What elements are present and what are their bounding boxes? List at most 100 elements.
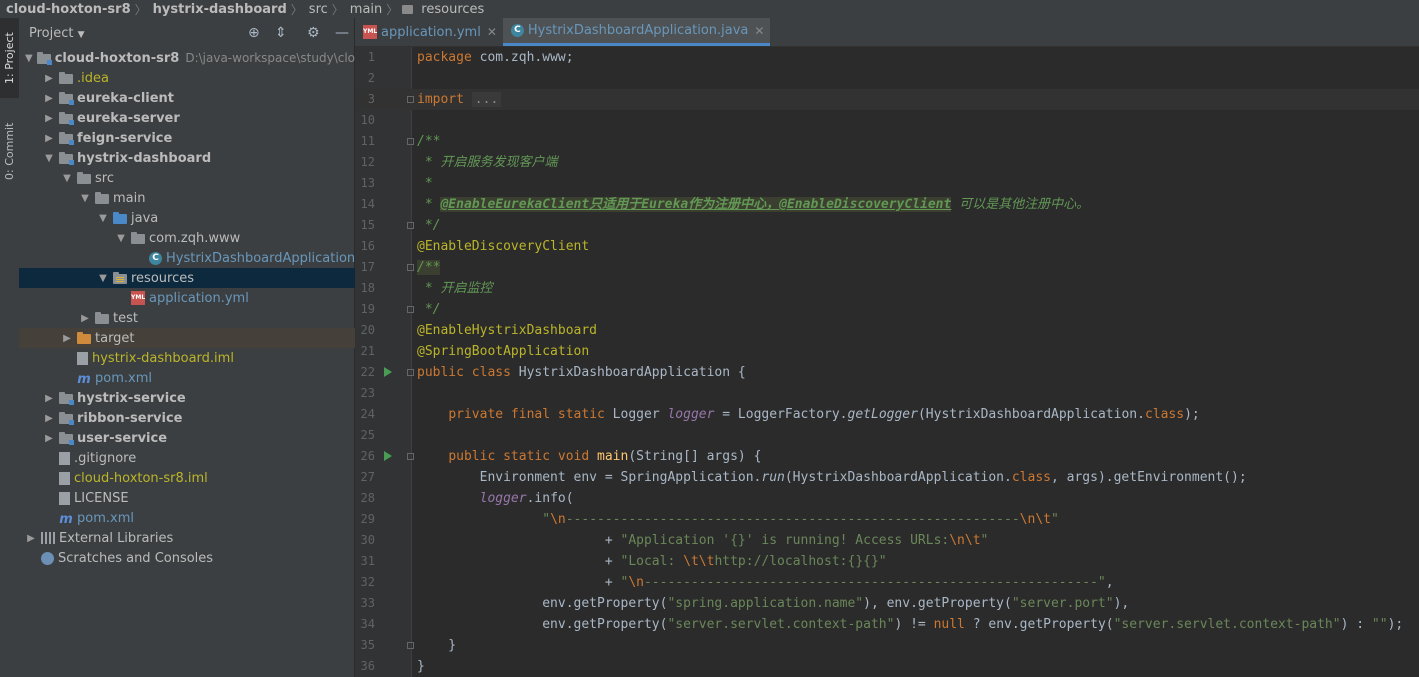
tree-item[interactable]: ▶ ribbon-service	[19, 408, 378, 428]
code-text: */	[417, 302, 441, 317]
tree-item[interactable]: ▶ hystrix-service	[19, 388, 378, 408]
file-icon	[59, 491, 70, 505]
code-line: 13 *	[355, 173, 1419, 194]
tree-item[interactable]: m pom.xml	[19, 368, 396, 388]
tree-item[interactable]: cloud-hoxton-sr8.iml	[19, 468, 378, 488]
tree-item[interactable]: m pom.xml	[19, 508, 378, 528]
run-icon[interactable]	[384, 451, 392, 461]
tree-item[interactable]: ▶ eureka-server	[19, 108, 378, 128]
line-number: 13	[360, 176, 375, 190]
code-line: 34 env.getProperty("server.servlet.conte…	[355, 614, 1419, 635]
fold-marker-icon[interactable]	[407, 306, 414, 313]
expand-arrow-icon[interactable]: ▼	[97, 213, 109, 224]
tree-item-label: resources	[131, 270, 195, 286]
tree-item-label: ribbon-service	[77, 410, 183, 426]
tree-item-label: java	[131, 210, 159, 226]
breadcrumb-item[interactable]: src	[303, 2, 332, 17]
tree-item-label: hystrix-dashboard	[77, 150, 212, 166]
breadcrumb-item[interactable]: cloud-hoxton-sr8	[0, 2, 135, 17]
locate-icon[interactable]: ⊕	[248, 25, 260, 41]
close-icon[interactable]: ✕	[487, 25, 497, 39]
tree-item-label: .gitignore	[74, 450, 137, 466]
close-icon[interactable]: ✕	[754, 24, 764, 38]
module-folder-icon	[59, 131, 74, 145]
collapse-arrow-icon[interactable]: ▶	[61, 333, 73, 344]
code-line: 2	[355, 68, 1419, 89]
tree-item[interactable]: ▼ src	[19, 168, 396, 188]
gear-icon[interactable]: ⚙	[307, 25, 320, 41]
collapse-arrow-icon[interactable]: ▶	[43, 413, 55, 424]
code-line: 16 @EnableDiscoveryClient	[355, 236, 1419, 257]
code-line: 25	[355, 425, 1419, 446]
code-text: * @EnableEurekaClient只适用于Eureka作为注册中心，@E…	[417, 197, 1090, 212]
run-icon[interactable]	[384, 367, 392, 377]
tree-item[interactable]: hystrix-dashboard.iml	[19, 348, 396, 368]
collapse-arrow-icon[interactable]: ▶	[43, 73, 55, 84]
tree-item-label: HystrixDashboardApplication	[166, 250, 356, 266]
code-editor[interactable]: 1 package com.zqh.www; 2 3 import ... 10 11/**…	[355, 47, 1419, 677]
collapse-arrow-icon[interactable]: ▶	[43, 113, 55, 124]
collapse-arrow-icon[interactable]: ▶	[25, 533, 37, 544]
collapse-arrow-icon[interactable]: ▶	[43, 133, 55, 144]
hide-panel-icon[interactable]: —	[335, 25, 349, 41]
project-view-selector[interactable]: Project ▼	[19, 26, 85, 41]
tree-item[interactable]: Scratches and Consoles	[19, 548, 360, 568]
expand-arrow-icon[interactable]: ▼	[97, 273, 109, 284]
tree-item[interactable]: LICENSE	[19, 488, 378, 508]
collapse-arrow-icon[interactable]: ▶	[43, 393, 55, 404]
module-folder-icon	[59, 411, 74, 425]
folder-icon	[95, 311, 109, 324]
tree-item[interactable]: .gitignore	[19, 448, 378, 468]
tree-item[interactable]: ▶ External Libraries	[19, 528, 360, 548]
tree-item[interactable]: ▶ .idea	[19, 68, 378, 88]
fold-marker-icon[interactable]	[407, 96, 414, 103]
breadcrumb-item[interactable]: resources	[415, 2, 488, 17]
tree-item-label: target	[95, 330, 135, 346]
tree-item-label: test	[113, 310, 138, 326]
code-line: 28 logger.info(	[355, 488, 1419, 509]
expand-arrow-icon[interactable]: ▼	[115, 233, 127, 244]
yml-file-icon: YML	[363, 25, 377, 39]
editor-tab[interactable]: C HystrixDashboardApplication.java ✕	[502, 18, 771, 46]
breadcrumb-item[interactable]: main	[344, 2, 386, 17]
tree-item-label: main	[113, 190, 146, 206]
code-line: 21 @SpringBootApplication	[355, 341, 1419, 362]
expand-arrow-icon[interactable]: ▼	[43, 153, 55, 164]
tree-item[interactable]: ▶ eureka-client	[19, 88, 378, 108]
fold-marker-icon[interactable]	[407, 222, 414, 229]
fold-marker-icon[interactable]	[407, 138, 414, 145]
collapse-arrow-icon[interactable]: ▶	[43, 93, 55, 104]
project-tool-tab[interactable]: 1: Project	[0, 18, 19, 98]
tree-item[interactable]: ▼ hystrix-dashboard	[19, 148, 378, 168]
code-line: 19 */	[355, 299, 1419, 320]
breadcrumb-item[interactable]: hystrix-dashboard	[147, 2, 291, 17]
maven-icon: m	[77, 372, 91, 387]
commit-tool-tab[interactable]: 0: Commit	[0, 114, 19, 188]
collapse-arrow-icon[interactable]: ▶	[79, 313, 91, 324]
expand-arrow-icon[interactable]: ▼	[25, 53, 33, 64]
tree-item-label: External Libraries	[59, 530, 174, 546]
fold-marker-icon[interactable]	[407, 369, 414, 376]
expand-arrow-icon[interactable]: ▼	[79, 193, 91, 204]
tree-item[interactable]: ▶ user-service	[19, 428, 378, 448]
line-number: 10	[360, 113, 375, 127]
tree-item-label: Scratches and Consoles	[58, 550, 214, 566]
code-line: 20 @EnableHystrixDashboard	[355, 320, 1419, 341]
tree-item[interactable]: ▶ target	[19, 328, 396, 348]
code-line: 31 + "Local: \t\thttp://localhost:{}{}"	[355, 551, 1419, 572]
fold-marker-icon[interactable]	[407, 453, 414, 460]
expand-arrow-icon[interactable]: ▼	[61, 173, 73, 184]
fold-marker-icon[interactable]	[407, 264, 414, 271]
tree-item[interactable]: ▶ feign-service	[19, 128, 378, 148]
editor-tabs: YML application.yml ✕ C HystrixDashboardAppl…	[355, 18, 1419, 47]
editor-tab[interactable]: YML application.yml ✕	[355, 18, 503, 46]
collapse-arrow-icon[interactable]: ▶	[43, 433, 55, 444]
tree-item[interactable]: ▼ cloud-hoxton-sr8 D:\java-workspace\study…	[19, 48, 370, 68]
code-line: 23	[355, 383, 1419, 404]
fold-marker-icon[interactable]	[407, 642, 414, 649]
tree-item-label: LICENSE	[74, 490, 129, 506]
folder-icon	[59, 71, 73, 84]
line-number: 16	[360, 239, 375, 253]
code-text: * 开启监控	[417, 281, 493, 296]
collapse-all-icon[interactable]: ⇕	[275, 25, 287, 41]
